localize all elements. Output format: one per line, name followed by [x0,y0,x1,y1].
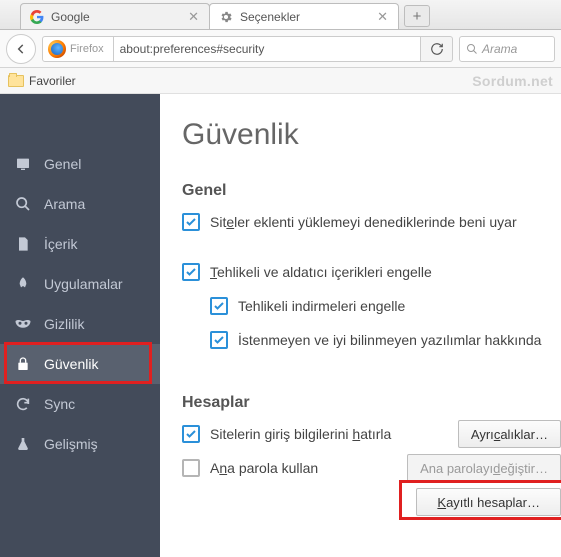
label-block-unwanted: İstenmeyen ve iyi bilinmeyen yazılımlar … [238,332,541,348]
folder-icon [8,75,24,87]
sidebar-item-security[interactable]: Güvenlik [0,344,160,384]
document-icon [14,235,32,253]
checkbox-block-danger[interactable] [182,263,200,281]
tab-google[interactable]: Google ✕ [20,3,210,29]
url-bar[interactable]: about:preferences#security [114,36,421,62]
tab-options[interactable]: Seçenekler ✕ [209,3,399,29]
tab-label: Google [51,10,182,24]
google-favicon [29,9,45,25]
checkbox-remember[interactable] [182,425,200,443]
identity-box[interactable]: Firefox [42,36,114,62]
rocket-icon [14,275,32,293]
row-block-unwanted: İstenmeyen ve iyi bilinmeyen yazılımlar … [210,326,561,354]
section-general: Genel [182,182,561,200]
lock-icon [14,355,32,373]
identity-label: Firefox [70,43,104,55]
sidebar-label: Gizlilik [44,316,84,332]
label-block-downloads: Tehlikeli indirmeleri engelle [238,298,405,314]
change-master-button: Ana parolayı değiştir… [407,454,561,482]
label-block-danger: Tehlikeli ve aldatıcı içerikleri engelle [210,264,432,280]
gear-icon [218,9,234,25]
firefox-icon [48,40,66,58]
passwords-area: Sitelerin giriş bilgilerini hatırla Ayrı… [182,420,561,516]
exceptions-button[interactable]: Ayrıcalıklar… [458,420,561,448]
row-remember: Sitelerin giriş bilgilerini hatırla Ayrı… [182,420,561,448]
flask-icon [14,435,32,453]
sidebar-label: Arama [44,196,85,212]
sidebar-item-applications[interactable]: Uygulamalar [0,264,160,304]
row-warn-addon: Siteler eklenti yüklemeyi denediklerinde… [182,208,561,236]
sidebar-label: İçerik [44,236,77,252]
sidebar-label: Genel [44,156,81,172]
search-icon [466,43,478,55]
sidebar-item-general[interactable]: Genel [0,144,160,184]
checkbox-warn-addon[interactable] [182,213,200,231]
watermark: Sordum.net [472,73,553,89]
search-placeholder: Arama [482,42,517,56]
sidebar-item-advanced[interactable]: Gelişmiş [0,424,160,464]
checkbox-master[interactable] [182,459,200,477]
label-master: Ana parola kullan [210,460,318,476]
bookmarks-toolbar: Favoriler Sordum.net [0,68,561,94]
close-icon[interactable]: ✕ [377,9,388,25]
sidebar-item-privacy[interactable]: Gizlilik [0,304,160,344]
content-area: Genel Arama İçerik Uygulamalar Gizlilik … [0,94,561,557]
sync-icon [14,395,32,413]
row-saved-logins: Kayıtlı hesaplar… [182,488,561,516]
preferences-sidebar: Genel Arama İçerik Uygulamalar Gizlilik … [0,94,160,557]
sidebar-item-sync[interactable]: Sync [0,384,160,424]
sidebar-label: Uygulamalar [44,276,123,292]
row-master: Ana parola kullan Ana parolayı değiştir… [182,454,561,482]
sidebar-label: Gelişmiş [44,436,98,452]
tab-strip: Google ✕ Seçenekler ✕ + [0,0,561,30]
url-text: about:preferences#security [120,42,265,56]
page-title: Güvenlik [182,118,561,152]
sidebar-item-search[interactable]: Arama [0,184,160,224]
nav-toolbar: Firefox about:preferences#security Arama [0,30,561,68]
general-icon [14,155,32,173]
search-icon [14,195,32,213]
reload-button[interactable] [421,36,453,62]
close-icon[interactable]: ✕ [188,9,199,25]
tab-label: Seçenekler [240,10,371,24]
checkbox-block-unwanted[interactable] [210,331,228,349]
label-warn-addon: Siteler eklenti yüklemeyi denediklerinde… [210,214,517,230]
label-remember: Sitelerin giriş bilgilerini hatırla [210,426,391,442]
saved-logins-button[interactable]: Kayıtlı hesaplar… [416,488,561,516]
section-passwords: Hesaplar [182,394,561,412]
sidebar-label: Sync [44,396,75,412]
checkbox-block-downloads[interactable] [210,297,228,315]
sidebar-label: Güvenlik [44,356,98,372]
new-tab-button[interactable]: + [404,5,430,27]
mask-icon [14,315,32,333]
row-block-downloads: Tehlikeli indirmeleri engelle [210,292,561,320]
back-button[interactable] [6,34,36,64]
row-block-danger: Tehlikeli ve aldatıcı içerikleri engelle [182,258,561,286]
sidebar-item-content[interactable]: İçerik [0,224,160,264]
search-box[interactable]: Arama [459,36,555,62]
security-panel: Güvenlik Genel Siteler eklenti yüklemeyi… [160,94,561,557]
bookmark-favorites[interactable]: Favoriler [29,74,76,88]
